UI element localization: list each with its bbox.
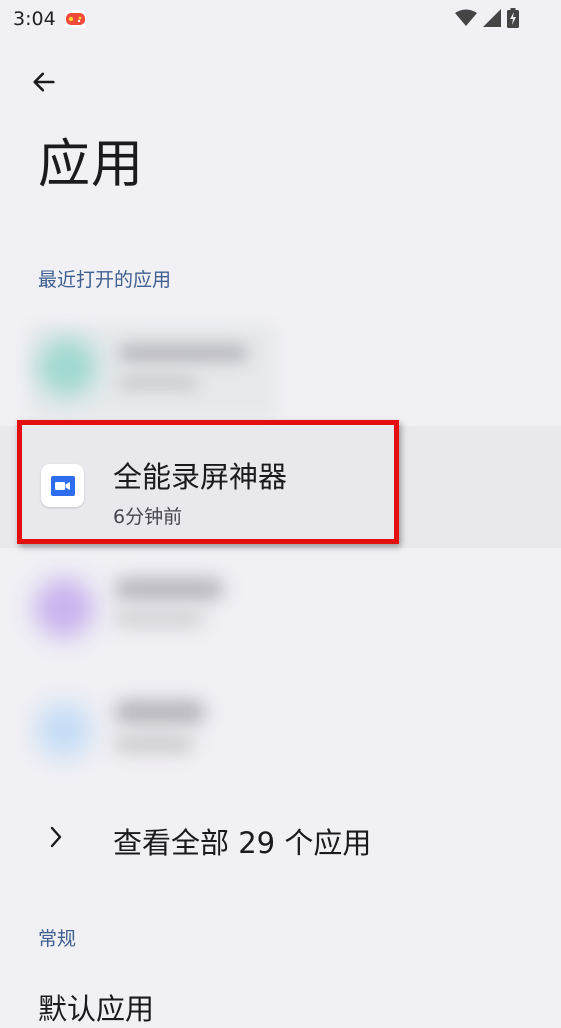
wifi-icon <box>455 9 477 26</box>
chevron-right-icon <box>50 826 62 848</box>
blurred-app-icon <box>38 338 96 396</box>
blurred-app-name <box>114 700 206 724</box>
battery-charging-icon <box>507 8 519 28</box>
see-all-apps-row[interactable]: 查看全部 29 个应用 <box>0 786 561 890</box>
game-notification-icon <box>65 10 86 28</box>
status-bar: 3:04 <box>0 0 561 40</box>
status-time: 3:04 <box>13 8 56 30</box>
blurred-app-time <box>114 736 194 752</box>
blurred-app-name <box>114 578 224 600</box>
status-icons <box>455 8 519 28</box>
see-all-apps-label: 查看全部 29 个应用 <box>113 826 372 860</box>
recent-apps-header: 最近打开的应用 <box>38 269 172 291</box>
page-title: 应用 <box>38 135 145 195</box>
back-button[interactable] <box>24 62 64 102</box>
cellular-signal-icon <box>483 9 501 27</box>
blurred-app-name <box>118 344 248 362</box>
blurred-app-icon <box>34 578 94 638</box>
general-section-header: 常规 <box>38 928 77 950</box>
blurred-app-time <box>114 612 204 626</box>
blurred-app-icon <box>36 702 92 758</box>
default-apps-item[interactable]: 默认应用 <box>38 986 154 1028</box>
recent-app-item-3[interactable] <box>0 548 561 670</box>
recent-app-item-4[interactable] <box>0 670 561 792</box>
highlight-frame <box>17 420 399 544</box>
arrow-back-icon <box>33 72 55 92</box>
blurred-app-time <box>118 376 198 390</box>
